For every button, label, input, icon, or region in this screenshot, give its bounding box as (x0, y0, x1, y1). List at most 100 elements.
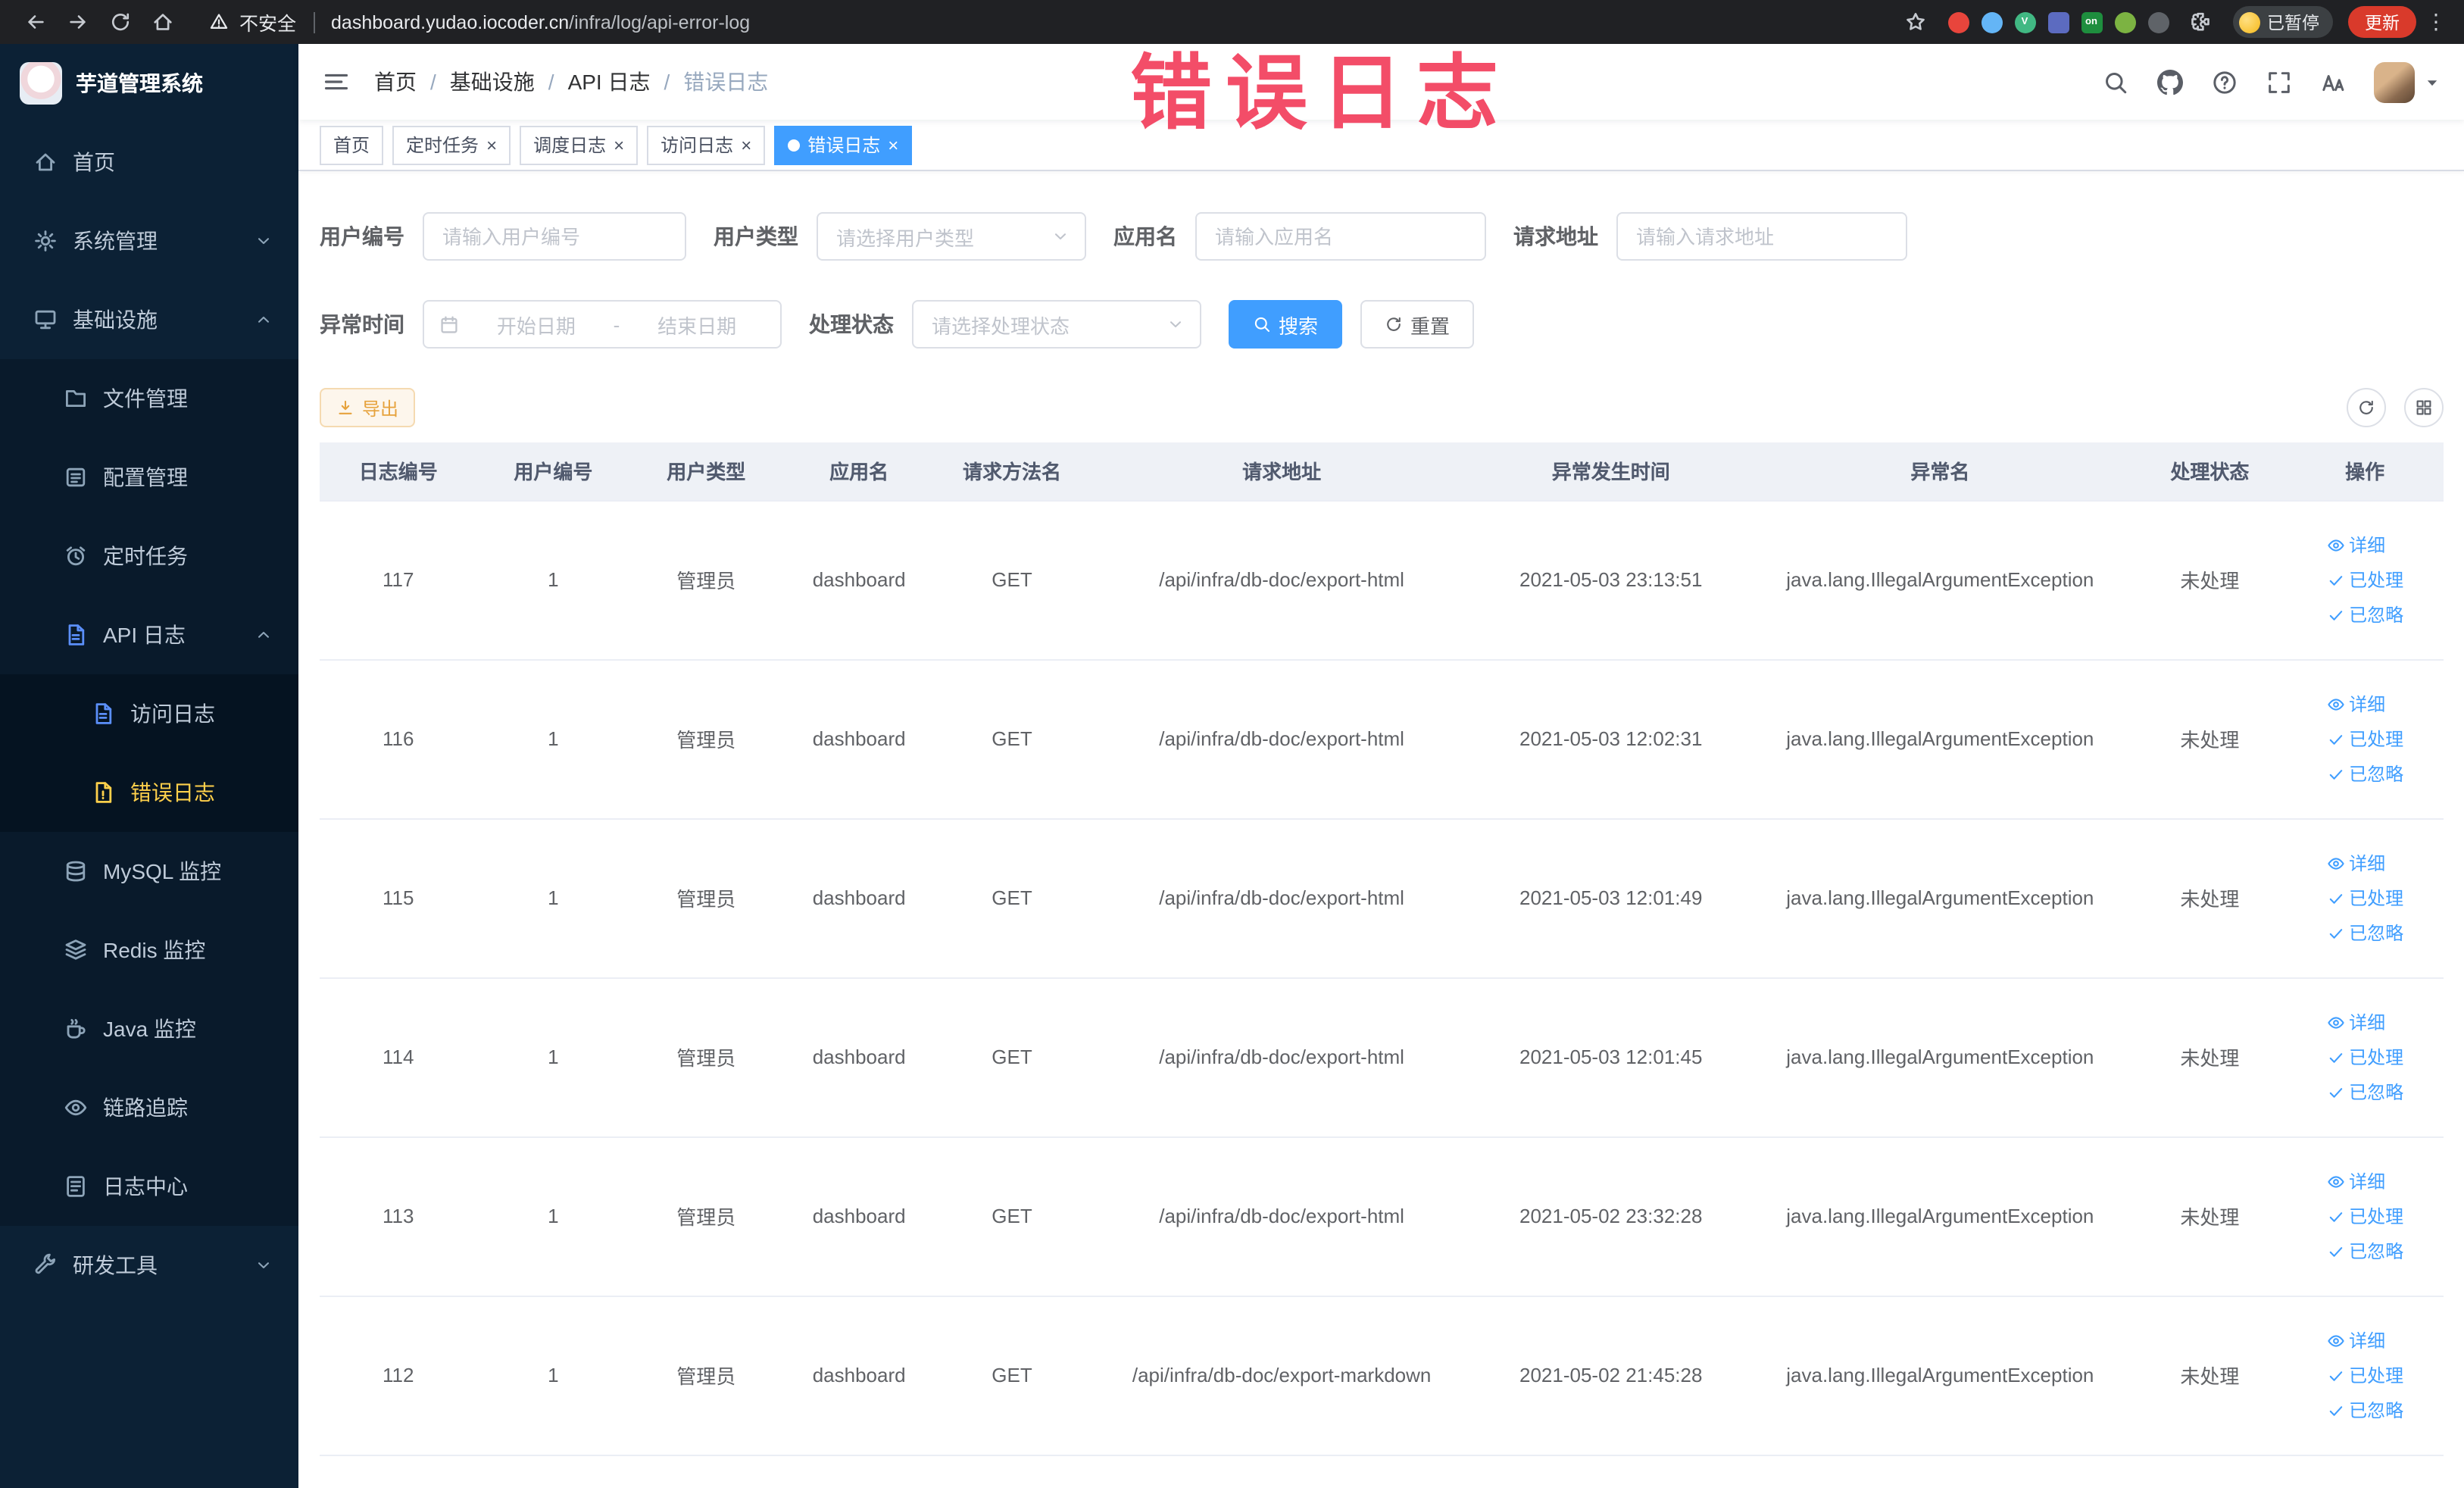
mark-processed-link[interactable]: 已处理 (2326, 1044, 2403, 1070)
tab-home[interactable]: 首页 (320, 125, 384, 164)
cell-actions: 详细 已处理 已忽略 (2286, 1296, 2444, 1455)
user-type-select[interactable]: 请选择用户类型 (817, 212, 1086, 261)
reset-button[interactable]: 重置 (1360, 300, 1475, 349)
filter-user-type: 用户类型 请选择用户类型 (714, 212, 1086, 261)
sidebar-item-redis[interactable]: Redis 监控 (0, 911, 298, 989)
adblock-extension-icon[interactable] (1947, 11, 1969, 33)
error-log-icon (89, 780, 115, 805)
tab-job-log[interactable]: 调度日志 × (520, 125, 639, 164)
address-bar[interactable]: 不安全 dashboard.yudao.iocoder.cn/infra/log… (209, 8, 750, 36)
mark-ignored-link[interactable]: 已忽略 (2326, 602, 2403, 627)
security-label[interactable]: 不安全 (239, 8, 296, 36)
export-button[interactable]: 导出 (320, 388, 416, 427)
home-icon[interactable] (142, 2, 182, 42)
mark-processed-link[interactable]: 已处理 (2326, 1203, 2403, 1229)
chevron-down-icon (255, 232, 273, 250)
close-icon[interactable]: × (888, 136, 898, 154)
apps-grid-extension-icon[interactable] (2047, 11, 2069, 33)
column-header: 请求方法名 (935, 442, 1088, 501)
close-icon[interactable]: × (741, 136, 751, 154)
mark-ignored-link[interactable]: 已忽略 (2326, 920, 2403, 946)
detail-link[interactable]: 详细 (2326, 1168, 2385, 1194)
detail-link[interactable]: 详细 (2326, 691, 2385, 717)
sidebar-item-config[interactable]: 配置管理 (0, 438, 298, 517)
font-size-icon[interactable] (2316, 65, 2350, 98)
forward-icon[interactable] (58, 2, 97, 42)
check-icon (2326, 924, 2344, 942)
reset-button-label: 重置 (1410, 314, 1451, 337)
avatar[interactable] (2374, 61, 2415, 102)
update-button[interactable]: 更新 (2348, 6, 2416, 38)
cell-user-type: 管理员 (629, 1136, 783, 1296)
paw-extension-icon[interactable] (2147, 11, 2169, 33)
range-separator: - (613, 313, 620, 336)
mark-ignored-link[interactable]: 已忽略 (2326, 1079, 2403, 1105)
bookmark-star-icon[interactable] (1896, 2, 1935, 42)
user-id-input[interactable] (423, 212, 686, 261)
refresh-table-button[interactable] (2347, 388, 2386, 427)
breadcrumb-item[interactable]: 错误日志 (683, 67, 768, 97)
sidebar-collapse-icon[interactable] (323, 68, 350, 95)
app-name-input[interactable] (1195, 212, 1486, 261)
browser-menu-icon[interactable]: ⋮ (2422, 2, 2450, 42)
sidebar-item-trace[interactable]: 链路追踪 (0, 1068, 298, 1147)
sidebar-item-job[interactable]: 定时任务 (0, 517, 298, 596)
cell-log-id: 117 (320, 500, 477, 660)
tab-api-access-log[interactable]: 访问日志 × (647, 125, 766, 164)
sidebar-item-system[interactable]: 系统管理 (0, 202, 298, 280)
close-icon[interactable]: × (614, 136, 624, 154)
vue-devtools-extension-icon[interactable]: V (2014, 11, 2035, 33)
switch-on-extension-icon[interactable]: on (2081, 11, 2102, 33)
column-settings-button[interactable] (2404, 388, 2444, 427)
fullscreen-icon[interactable] (2262, 65, 2295, 98)
security-warning-icon[interactable] (209, 12, 229, 32)
mark-ignored-link[interactable]: 已忽略 (2326, 1397, 2403, 1423)
mark-processed-link[interactable]: 已处理 (2326, 885, 2403, 911)
help-icon[interactable] (2207, 65, 2241, 98)
sidebar-item-mysql[interactable]: MySQL 监控 (0, 832, 298, 911)
tab-label: 首页 (333, 135, 370, 156)
sidebar-item-java[interactable]: Java 监控 (0, 989, 298, 1068)
breadcrumb: 首页 / 基础设施 / API 日志 / 错误日志 (374, 67, 768, 97)
tab-label: 访问日志 (661, 135, 734, 156)
profile-paused-badge[interactable]: 已暂停 (2232, 6, 2333, 38)
mark-processed-link[interactable]: 已处理 (2326, 726, 2403, 752)
mark-processed-link[interactable]: 已处理 (2326, 567, 2403, 592)
sidebar-item-api-access-log[interactable]: 访问日志 (0, 674, 298, 753)
reload-icon[interactable] (100, 2, 139, 42)
sidebar-item-infra[interactable]: 基础设施 (0, 280, 298, 359)
sidebar-item-api-error-log[interactable]: 错误日志 (0, 753, 298, 832)
mark-processed-link[interactable]: 已处理 (2326, 1362, 2403, 1388)
home-icon (32, 149, 58, 175)
eye-icon (2326, 1172, 2344, 1190)
github-icon[interactable] (2153, 65, 2186, 98)
tab-api-error-log[interactable]: 错误日志 × (774, 125, 913, 164)
sidebar-item-log-center[interactable]: 日志中心 (0, 1147, 298, 1226)
request-url-input[interactable] (1616, 212, 1907, 261)
process-status-select[interactable]: 请选择处理状态 (912, 300, 1201, 349)
detail-link[interactable]: 详细 (2326, 1009, 2385, 1035)
detail-link[interactable]: 详细 (2326, 532, 2385, 558)
back-icon[interactable] (15, 2, 55, 42)
sidebar-item-file[interactable]: 文件管理 (0, 359, 298, 438)
detail-link[interactable]: 详细 (2326, 1327, 2385, 1353)
breadcrumb-item[interactable]: 首页 (374, 67, 417, 97)
url-text[interactable]: dashboard.yudao.iocoder.cn/infra/log/api… (331, 11, 750, 33)
extensions-puzzle-icon[interactable] (2181, 2, 2220, 42)
search-icon[interactable] (2098, 65, 2131, 98)
search-button[interactable]: 搜索 (1229, 300, 1343, 349)
close-icon[interactable]: × (486, 136, 497, 154)
tab-job[interactable]: 定时任务 × (392, 125, 511, 164)
mark-ignored-link[interactable]: 已忽略 (2326, 761, 2403, 786)
mark-ignored-link[interactable]: 已忽略 (2326, 1238, 2403, 1264)
exception-time-range-picker[interactable]: 开始日期 - 结束日期 (423, 300, 782, 349)
sidebar-item-dev-tools[interactable]: 研发工具 (0, 1226, 298, 1305)
detail-link[interactable]: 详细 (2326, 850, 2385, 876)
caret-down-icon[interactable] (2424, 73, 2441, 90)
sidebar-item-api-log[interactable]: API 日志 (0, 596, 298, 674)
breadcrumb-item[interactable]: 基础设施 (450, 67, 535, 97)
eyedropper-extension-icon[interactable] (1981, 11, 2002, 33)
leaf-extension-icon[interactable] (2114, 11, 2135, 33)
sidebar-item-home[interactable]: 首页 (0, 123, 298, 202)
breadcrumb-item[interactable]: API 日志 (568, 67, 651, 97)
